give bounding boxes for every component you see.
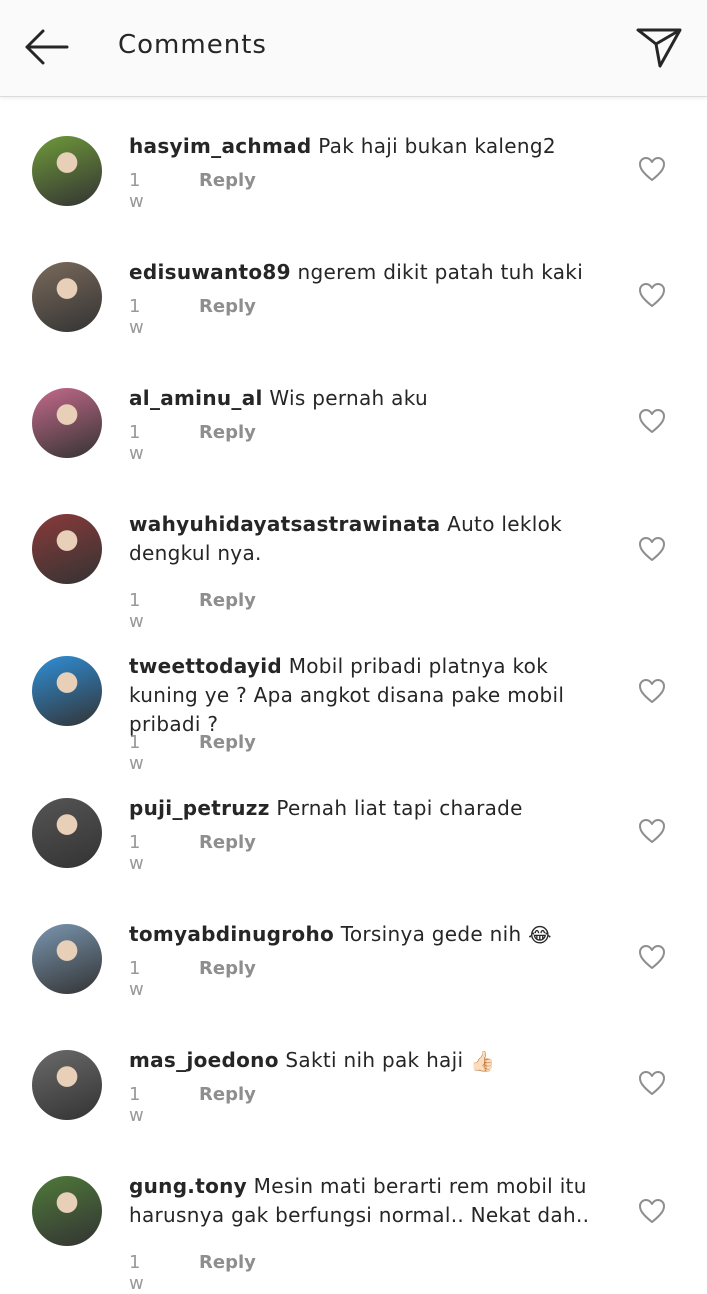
reply-button[interactable]: Reply xyxy=(199,1084,256,1105)
comment-item: al_aminu_al Wis pernah aku 1 w Reply xyxy=(0,358,707,484)
comment-text: tweettodayid Mobil pribadi platnya kok k… xyxy=(129,652,619,739)
comment-timestamp: 1 w xyxy=(129,1084,144,1126)
reply-button[interactable]: Reply xyxy=(199,422,256,443)
comment-item: puji_petruzz Pernah liat tapi charade 1 w… xyxy=(0,768,707,894)
avatar[interactable] xyxy=(32,924,102,994)
like-button[interactable] xyxy=(638,1198,666,1224)
paper-plane-icon xyxy=(636,28,682,68)
heart-icon xyxy=(639,283,665,307)
comment-text: puji_petruzz Pernah liat tapi charade xyxy=(129,794,619,823)
heart-icon xyxy=(639,945,665,969)
emoji: 😂 xyxy=(528,923,552,947)
heart-icon xyxy=(639,1071,665,1095)
comment-body: Wis pernah aku xyxy=(269,386,428,410)
share-button[interactable] xyxy=(630,22,688,72)
comment-item: hasyim_achmad Pak haji bukan kaleng2 1 w R… xyxy=(0,106,707,232)
avatar[interactable] xyxy=(32,656,102,726)
heart-icon xyxy=(639,409,665,433)
page-title: Comments xyxy=(118,30,267,60)
back-button[interactable] xyxy=(18,24,74,70)
comment-timestamp: 1 w xyxy=(129,832,144,874)
comment-body: Torsinya gede nih xyxy=(340,922,522,946)
comment-text: mas_joedono Sakti nih pak haji 👍🏻 xyxy=(129,1046,619,1076)
comment-timestamp: 1 w xyxy=(129,1252,144,1294)
comment-timestamp: 1 w xyxy=(129,170,144,212)
like-button[interactable] xyxy=(638,944,666,970)
comment-body: Sakti nih pak haji xyxy=(285,1048,464,1072)
comment-username[interactable]: edisuwanto89 xyxy=(129,260,291,284)
comment-text: hasyim_achmad Pak haji bukan kaleng2 xyxy=(129,132,619,161)
avatar[interactable] xyxy=(32,514,102,584)
heart-icon xyxy=(639,537,665,561)
like-button[interactable] xyxy=(638,156,666,182)
like-button[interactable] xyxy=(638,1070,666,1096)
comment-username[interactable]: wahyuhidayatsastrawinata xyxy=(129,512,440,536)
comment-item: edisuwanto89 ngerem dikit patah tuh kaki… xyxy=(0,232,707,358)
like-button[interactable] xyxy=(638,818,666,844)
comment-text: wahyuhidayatsastrawinata Auto leklok den… xyxy=(129,510,619,568)
comment-text: edisuwanto89 ngerem dikit patah tuh kaki xyxy=(129,258,619,287)
comment-username[interactable]: al_aminu_al xyxy=(129,386,263,410)
heart-icon xyxy=(639,679,665,703)
reply-button[interactable]: Reply xyxy=(199,732,256,753)
emoji: 👍🏻 xyxy=(469,1049,496,1073)
comment-timestamp: 1 w xyxy=(129,958,144,1000)
heart-icon xyxy=(639,157,665,181)
comment-username[interactable]: hasyim_achmad xyxy=(129,134,312,158)
comment-body: Pak haji bukan kaleng2 xyxy=(318,134,556,158)
heart-icon xyxy=(639,1199,665,1223)
comment-timestamp: 1 w xyxy=(129,422,144,464)
comment-username[interactable]: tomyabdinugroho xyxy=(129,922,334,946)
comment-body: ngerem dikit patah tuh kaki xyxy=(297,260,584,284)
avatar[interactable] xyxy=(32,262,102,332)
reply-button[interactable]: Reply xyxy=(199,296,256,317)
avatar[interactable] xyxy=(32,1176,102,1246)
like-button[interactable] xyxy=(638,536,666,562)
comment-text: tomyabdinugroho Torsinya gede nih 😂 xyxy=(129,920,619,950)
comment-text: al_aminu_al Wis pernah aku xyxy=(129,384,619,413)
arrow-left-icon xyxy=(25,29,69,65)
avatar[interactable] xyxy=(32,798,102,868)
comment-item: mas_joedono Sakti nih pak haji 👍🏻 1 w Repl… xyxy=(0,1020,707,1146)
top-bar: Comments xyxy=(0,0,707,97)
like-button[interactable] xyxy=(638,678,666,704)
reply-button[interactable]: Reply xyxy=(199,170,256,191)
avatar[interactable] xyxy=(32,1050,102,1120)
like-button[interactable] xyxy=(638,408,666,434)
comment-item: wahyuhidayatsastrawinata Auto leklok den… xyxy=(0,484,707,632)
comment-item: tomyabdinugroho Torsinya gede nih 😂 1 w Re… xyxy=(0,894,707,1020)
heart-icon xyxy=(639,819,665,843)
comment-timestamp: 1 w xyxy=(129,296,144,338)
comment-text: gung.tony Mesin mati berarti rem mobil i… xyxy=(129,1172,619,1230)
reply-button[interactable]: Reply xyxy=(199,1252,256,1273)
like-button[interactable] xyxy=(638,282,666,308)
comment-item: tweettodayid Mobil pribadi platnya kok k… xyxy=(0,626,707,774)
reply-button[interactable]: Reply xyxy=(199,590,256,611)
comment-username[interactable]: mas_joedono xyxy=(129,1048,279,1072)
comment-body: Pernah liat tapi charade xyxy=(276,796,523,820)
reply-button[interactable]: Reply xyxy=(199,832,256,853)
comment-item: gung.tony Mesin mati berarti rem mobil i… xyxy=(0,1146,707,1294)
avatar[interactable] xyxy=(32,388,102,458)
reply-button[interactable]: Reply xyxy=(199,958,256,979)
avatar[interactable] xyxy=(32,136,102,206)
comment-username[interactable]: puji_petruzz xyxy=(129,796,270,820)
comment-username[interactable]: gung.tony xyxy=(129,1174,247,1198)
comment-username[interactable]: tweettodayid xyxy=(129,654,282,678)
